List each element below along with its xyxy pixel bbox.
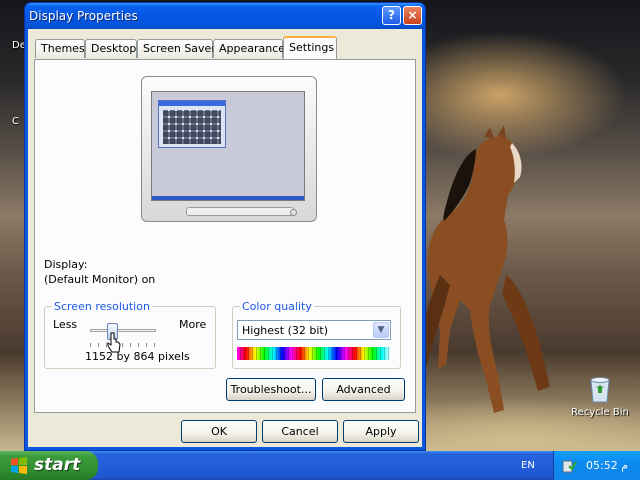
tab-desktop[interactable]: Desktop xyxy=(85,39,137,58)
color-quality-group: Color quality Highest (32 bit) ▼ xyxy=(232,300,401,369)
system-tray: 05:52 م xyxy=(553,451,640,480)
taskbar: start EN 05:52 م xyxy=(0,451,640,480)
language-indicator[interactable]: EN xyxy=(521,460,535,471)
dialog-client-area: Themes Desktop Screen Saver Appearance S… xyxy=(28,29,422,447)
tab-appearance[interactable]: Appearance xyxy=(213,39,285,58)
monitor-power-icon xyxy=(290,209,297,216)
color-quality-value: Highest (32 bit) xyxy=(242,324,329,337)
recycle-bin-label: Recycle Bin xyxy=(571,407,629,418)
slider-more-label: More xyxy=(179,318,207,331)
troubleshoot-button[interactable]: Troubleshoot... xyxy=(226,378,316,401)
close-button[interactable]: × xyxy=(403,6,422,25)
screen-resolution-group: Screen resolution Less More 1152 by 864 … xyxy=(44,300,216,369)
ok-button[interactable]: OK xyxy=(181,420,257,443)
display-value: (Default Monitor) on xyxy=(44,273,156,286)
windows-logo-icon xyxy=(11,457,27,474)
apply-button[interactable]: Apply xyxy=(343,420,419,443)
tab-settings[interactable]: Settings xyxy=(283,36,337,59)
tab-screen-saver[interactable]: Screen Saver xyxy=(137,39,216,58)
help-button[interactable]: ? xyxy=(382,6,401,25)
color-quality-title: Color quality xyxy=(240,300,314,313)
settings-panel: Display: (Default Monitor) on Screen res… xyxy=(34,59,416,413)
monitor-base xyxy=(186,207,294,216)
advanced-button[interactable]: Advanced xyxy=(322,378,405,401)
color-quality-select[interactable]: Highest (32 bit) ▼ xyxy=(237,320,391,340)
chevron-down-icon[interactable]: ▼ xyxy=(373,322,389,338)
monitor-screen xyxy=(151,91,305,201)
preview-window xyxy=(158,100,226,148)
tab-themes[interactable]: Themes xyxy=(35,39,85,58)
resolution-slider-track[interactable] xyxy=(90,329,156,332)
resolution-slider-ticks xyxy=(90,343,156,347)
preview-taskbar xyxy=(152,196,304,200)
resolution-value: 1152 by 864 pixels xyxy=(85,350,190,363)
cancel-button[interactable]: Cancel xyxy=(262,420,338,443)
start-label: start xyxy=(34,455,81,475)
title-bar[interactable]: Display Properties ? × xyxy=(25,3,425,29)
monitor-preview xyxy=(141,76,317,222)
screen-resolution-title: Screen resolution xyxy=(52,300,152,313)
security-shield-icon[interactable] xyxy=(562,458,577,473)
recycle-bin-icon[interactable]: Recycle Bin xyxy=(568,374,632,418)
desktop-icon-label-partial[interactable]: C xyxy=(12,116,19,127)
clock[interactable]: 05:52 م xyxy=(586,459,628,472)
recycle-bin-icon-graphic xyxy=(587,374,613,404)
display-properties-window: Display Properties ? × Themes Desktop Sc… xyxy=(24,2,426,451)
slider-less-label: Less xyxy=(53,318,78,331)
display-label: Display: xyxy=(44,258,88,271)
window-title: Display Properties xyxy=(29,9,138,23)
color-spectrum-bar xyxy=(237,347,391,360)
start-button[interactable]: start xyxy=(0,451,98,480)
